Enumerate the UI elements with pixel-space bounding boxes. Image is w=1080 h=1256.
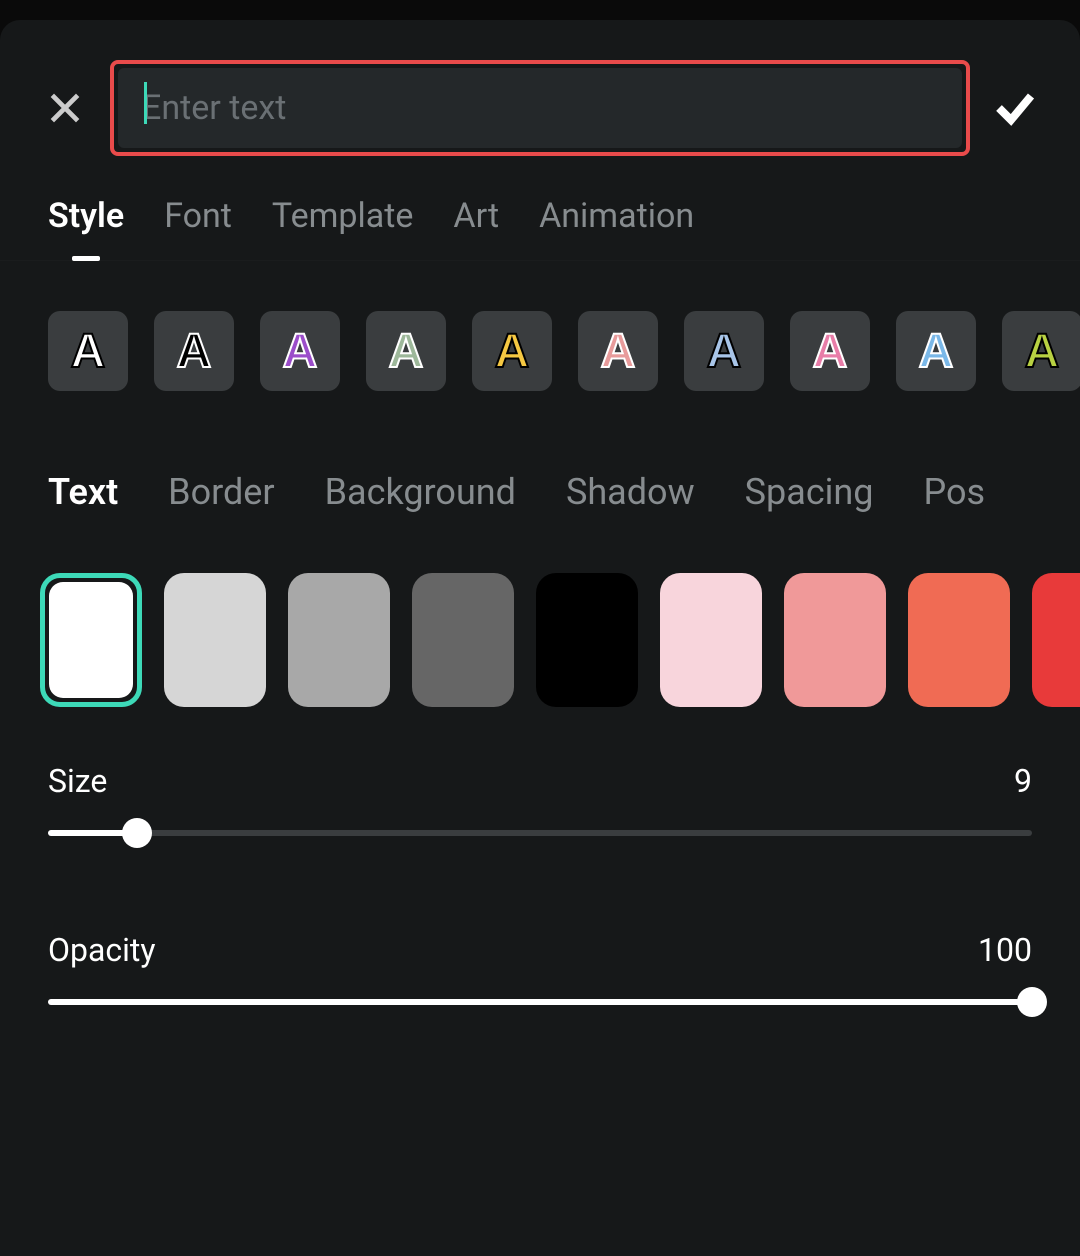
size-slider-thumb[interactable] — [122, 818, 152, 848]
tab-style[interactable]: Style — [48, 196, 124, 260]
close-button[interactable] — [40, 83, 90, 133]
size-value: 9 — [1014, 762, 1032, 800]
preset-letter: A — [495, 324, 530, 379]
tab-font[interactable]: Font — [164, 196, 232, 260]
color-swatch-pink[interactable] — [660, 573, 762, 707]
preset-letter: A — [813, 324, 848, 379]
opacity-slider[interactable] — [48, 999, 1032, 1005]
tab-art[interactable]: Art — [453, 196, 499, 260]
opacity-label: Opacity — [48, 931, 156, 969]
color-swatch-coral[interactable] — [908, 573, 1010, 707]
style-preset-3[interactable]: A — [366, 311, 446, 391]
color-swatches-row — [0, 513, 1080, 707]
style-preset-7[interactable]: A — [790, 311, 870, 391]
style-preset-4[interactable]: A — [472, 311, 552, 391]
preset-letter: A — [707, 324, 742, 379]
opacity-slider-thumb[interactable] — [1017, 987, 1047, 1017]
preset-letter: A — [283, 324, 318, 379]
subtab-background[interactable]: Background — [325, 471, 516, 513]
text-input-highlight — [110, 60, 970, 156]
color-swatch-lightgray[interactable] — [164, 573, 266, 707]
style-preset-1[interactable]: A — [154, 311, 234, 391]
preset-letter: A — [71, 324, 106, 379]
text-editor-panel: Style Font Template Art Animation A A A … — [0, 20, 1080, 1256]
text-input[interactable] — [118, 68, 962, 148]
header — [0, 20, 1080, 176]
size-slider[interactable] — [48, 830, 1032, 836]
tab-animation[interactable]: Animation — [539, 196, 694, 260]
size-slider-header: Size 9 — [48, 762, 1032, 800]
color-swatch-red[interactable] — [1032, 573, 1080, 707]
preset-letter: A — [177, 324, 212, 379]
color-swatch-darkgray[interactable] — [412, 573, 514, 707]
color-swatch-gray[interactable] — [288, 573, 390, 707]
style-preset-8[interactable]: A — [896, 311, 976, 391]
size-label: Size — [48, 762, 107, 800]
opacity-slider-header: Opacity 100 — [48, 931, 1032, 969]
confirm-button[interactable] — [990, 83, 1040, 133]
color-swatch-white[interactable] — [40, 573, 142, 707]
close-icon — [46, 89, 84, 127]
style-preset-6[interactable]: A — [684, 311, 764, 391]
style-preset-9[interactable]: A — [1002, 311, 1080, 391]
preset-letter: A — [1025, 324, 1060, 379]
style-preset-5[interactable]: A — [578, 311, 658, 391]
subtab-position[interactable]: Pos — [924, 471, 986, 513]
size-slider-section: Size 9 — [0, 707, 1080, 836]
sub-tabs: Text Border Background Shadow Spacing Po… — [0, 391, 1080, 513]
style-presets-row: A A A A A A A A A A — [0, 261, 1080, 391]
preset-letter: A — [389, 324, 424, 379]
subtab-text[interactable]: Text — [48, 471, 118, 513]
preset-letter: A — [919, 324, 954, 379]
subtab-spacing[interactable]: Spacing — [745, 471, 874, 513]
color-swatch-salmon[interactable] — [784, 573, 886, 707]
style-preset-0[interactable]: A — [48, 311, 128, 391]
subtab-border[interactable]: Border — [168, 471, 274, 513]
opacity-slider-section: Opacity 100 — [0, 906, 1080, 1005]
preset-letter: A — [601, 324, 636, 379]
opacity-value: 100 — [978, 931, 1032, 969]
tab-template[interactable]: Template — [272, 196, 414, 260]
main-tabs: Style Font Template Art Animation — [0, 176, 1080, 261]
color-swatch-black[interactable] — [536, 573, 638, 707]
check-icon — [991, 84, 1039, 132]
text-cursor — [144, 82, 147, 124]
style-preset-2[interactable]: A — [260, 311, 340, 391]
subtab-shadow[interactable]: Shadow — [566, 471, 695, 513]
opacity-slider-fill — [48, 999, 1032, 1005]
